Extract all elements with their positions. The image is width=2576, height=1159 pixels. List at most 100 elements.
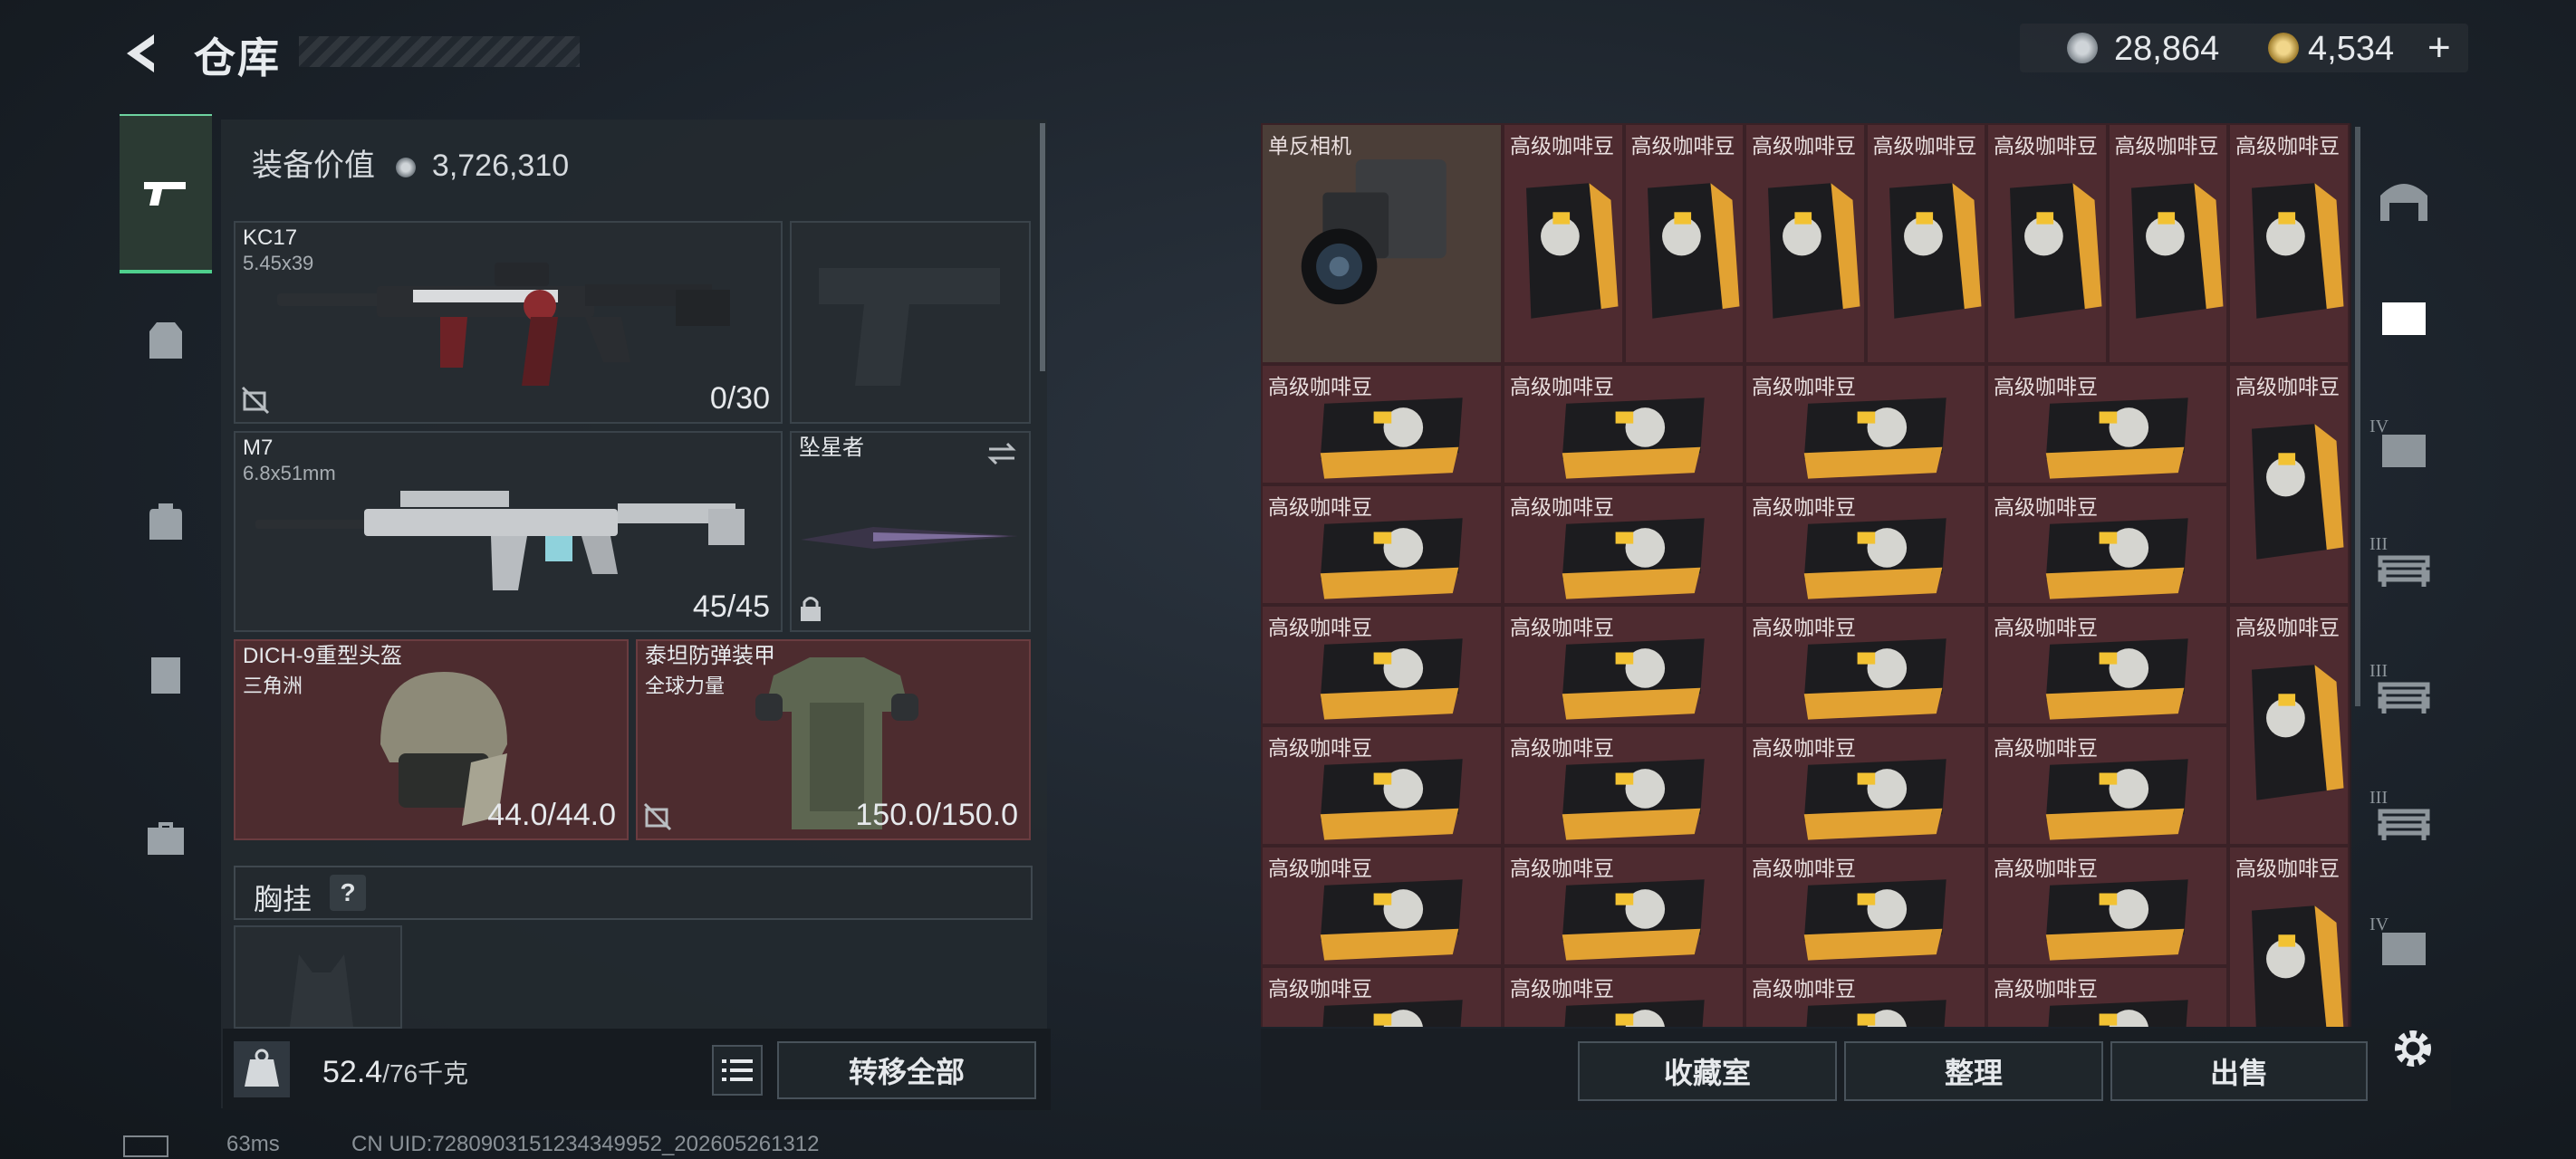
coffee-bag-image: [1562, 638, 1705, 720]
safe-icon: [2382, 302, 2426, 335]
secondary-weapon-slot[interactable]: M7 6.8x51mm 45/45: [234, 431, 783, 632]
stash-item-coffee-bean[interactable]: 高级咖啡豆: [2107, 123, 2228, 364]
list-icon: [722, 1059, 753, 1081]
stash-item-coffee-bean[interactable]: 高级咖啡豆: [1503, 484, 1745, 605]
coffee-bag-image: [2045, 518, 2188, 599]
stash-tab-4[interactable]: III: [2368, 531, 2440, 603]
hangar-icon: [2380, 184, 2427, 221]
stash-item-coffee-bean[interactable]: 高级咖啡豆: [1261, 364, 1503, 484]
equipment-scrollbar[interactable]: [1040, 123, 1045, 371]
stash-item-coffee-bean[interactable]: 高级咖啡豆: [2228, 605, 2350, 846]
stash-tab-5[interactable]: III: [2368, 657, 2440, 730]
list-view-button[interactable]: [712, 1045, 763, 1096]
stash-item-coffee-bean[interactable]: 高级咖啡豆: [1261, 846, 1503, 966]
stash-tab-2[interactable]: [2368, 281, 2440, 353]
sort-button[interactable]: 整理: [1844, 1041, 2103, 1101]
stash-item-coffee-bean[interactable]: 高级咖啡豆: [1261, 605, 1503, 725]
coffee-bag-image: [1647, 183, 1739, 319]
stash-item-coffee-bean[interactable]: 高级咖啡豆: [1261, 966, 1503, 1027]
stash-scrollbar[interactable]: [2355, 127, 2360, 706]
stash-grid: 单反相机 高级咖啡豆 高级咖啡豆 高级咖啡豆 高级咖啡豆 高级咖啡豆 高级咖啡豆 高级咖啡豆高…: [1261, 123, 2351, 1027]
stash-item-coffee-bean[interactable]: 高级咖啡豆: [1623, 123, 1745, 364]
stash-item-coffee-bean[interactable]: 高级咖啡豆: [1865, 123, 1986, 364]
helmet-slot[interactable]: DICH-9重型头盔 三角洲 44.0/44.0: [234, 639, 629, 840]
coffee-bag-image: [1889, 183, 1981, 319]
stash-item-coffee-bean[interactable]: 高级咖啡豆: [1503, 123, 1624, 364]
silver-coin-icon: [396, 158, 417, 178]
stash-item-coffee-bean[interactable]: 高级咖啡豆: [1745, 846, 1986, 966]
stash-item-coffee-bean[interactable]: 高级咖啡豆: [2228, 846, 2350, 1027]
stash-item-coffee-bean[interactable]: 高级咖啡豆: [1986, 605, 2228, 725]
nav-item-backpack[interactable]: [120, 467, 212, 576]
tier-label: III: [2369, 788, 2388, 808]
lock-icon: [801, 597, 821, 621]
stash-item-coffee-bean[interactable]: 高级咖啡豆: [1503, 966, 1745, 1027]
melee-slot[interactable]: 坠星者: [790, 431, 1031, 632]
coffee-bag-image: [2252, 424, 2344, 560]
stash-item-coffee-bean[interactable]: 高级咖啡豆: [1986, 123, 2108, 364]
nav-item-briefcase[interactable]: [120, 784, 212, 893]
stash-item-coffee-bean[interactable]: 高级咖啡豆: [1261, 484, 1503, 605]
primary-weapon-name: KC17: [243, 225, 298, 250]
transfer-all-button[interactable]: 转移全部: [777, 1041, 1036, 1099]
armor-slot[interactable]: 泰坦防弹装甲 全球力量 150.0/150.0: [636, 639, 1031, 840]
stash-item-coffee-bean[interactable]: 高级咖啡豆: [1986, 484, 2228, 605]
stash-tab-7[interactable]: IV: [2368, 911, 2440, 983]
nav-item-weapons[interactable]: [120, 114, 212, 273]
help-icon[interactable]: ?: [330, 875, 366, 911]
backpack-icon: [149, 503, 182, 540]
equipment-value-label: 装备价值: [252, 148, 375, 183]
coffee-bag-image: [1803, 879, 1946, 961]
stash-tab-3[interactable]: IV: [2368, 413, 2440, 485]
stash-item-coffee-bean[interactable]: 高级咖啡豆: [1745, 605, 1986, 725]
stash-tab-1[interactable]: [2368, 163, 2440, 235]
stash-item-coffee-bean[interactable]: 高级咖啡豆: [1503, 725, 1745, 846]
stash-item-coffee-bean[interactable]: 高级咖啡豆: [1503, 846, 1745, 966]
pistol-slot-empty[interactable]: [790, 221, 1031, 424]
carry-weight: 52.4/76千克: [322, 1054, 468, 1090]
nav-item-vest[interactable]: [120, 286, 212, 395]
sell-button[interactable]: 出售: [2110, 1041, 2368, 1101]
stash-item-coffee-bean[interactable]: 高级咖啡豆: [2228, 123, 2350, 364]
stash-item-camera[interactable]: 单反相机: [1261, 123, 1503, 364]
coffee-bag-image: [2045, 638, 2188, 720]
stash-tabs: IV III III III IV: [2368, 127, 2440, 1032]
stash-item-coffee-bean[interactable]: 高级咖啡豆: [1745, 484, 1986, 605]
equipment-value: 装备价值 3,726,310: [252, 140, 569, 185]
stash-item-coffee-bean[interactable]: 高级咖啡豆: [1745, 725, 1986, 846]
chest-rig-placeholder-icon: [290, 954, 353, 1027]
chest-rig-slot-empty[interactable]: [234, 925, 402, 1029]
stash-item-coffee-bean[interactable]: 高级咖啡豆: [1503, 364, 1745, 484]
gold-coin-icon: [2268, 33, 2299, 63]
silver-coin-icon: [2067, 33, 2098, 63]
coffee-bag-image: [2252, 665, 2344, 800]
coffee-bag-image: [1320, 879, 1463, 961]
collection-room-button[interactable]: 收藏室: [1578, 1041, 1837, 1101]
stash-tab-6[interactable]: III: [2368, 784, 2440, 857]
stash-item-coffee-bean[interactable]: 高级咖啡豆: [1986, 725, 2228, 846]
primary-weapon-slot[interactable]: KC17 5.45x39 0/30: [234, 221, 783, 424]
chest-rig-header[interactable]: 胸挂 ?: [234, 866, 1033, 920]
stash-item-coffee-bean[interactable]: 高级咖啡豆: [1503, 605, 1745, 725]
stash-item-coffee-bean[interactable]: 高级咖啡豆: [1986, 966, 2228, 1027]
stash-item-coffee-bean[interactable]: 高级咖啡豆: [1261, 725, 1503, 846]
stash-item-coffee-bean[interactable]: 高级咖啡豆: [1745, 123, 1866, 364]
stash-item-coffee-bean[interactable]: 高级咖啡豆: [1986, 846, 2228, 966]
coffee-bag-image: [2048, 1000, 2188, 1027]
back-button[interactable]: [118, 29, 167, 78]
coffee-bag-image: [2010, 183, 2102, 319]
no-insurance-icon: [241, 386, 270, 415]
pistol-icon: [144, 182, 186, 206]
tier-label: III: [2369, 534, 2388, 554]
coffee-bag-image: [1320, 518, 1463, 599]
nav-item-locker[interactable]: [120, 621, 212, 730]
add-currency-button[interactable]: +: [2427, 25, 2451, 71]
swap-icon[interactable]: [985, 440, 1018, 467]
stash-item-coffee-bean[interactable]: 高级咖啡豆: [2228, 364, 2350, 605]
coffee-bag-image: [2252, 183, 2344, 319]
stash-item-coffee-bean[interactable]: 高级咖啡豆: [1745, 966, 1986, 1027]
stash-item-coffee-bean[interactable]: 高级咖啡豆: [1745, 364, 1986, 484]
stash-item-coffee-bean[interactable]: 高级咖啡豆: [1986, 364, 2228, 484]
helmet-origin: 三角洲: [243, 675, 303, 697]
ping-value: 63ms: [226, 1132, 280, 1156]
